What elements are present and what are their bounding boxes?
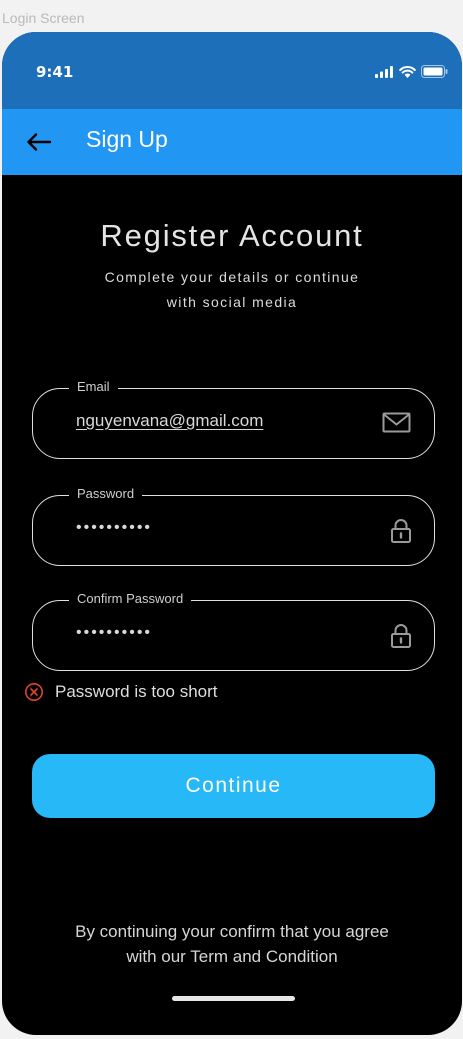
wifi-icon <box>399 65 416 78</box>
confirm-password-label: Confirm Password <box>69 591 192 606</box>
home-indicator <box>172 996 295 1001</box>
phone-screen: 9:41 Sign Up Register Account Complete y… <box>2 32 462 1035</box>
password-field[interactable]: Password •••••••••• <box>32 486 435 566</box>
status-time: 9:41 <box>36 63 74 81</box>
back-button[interactable] <box>26 130 52 154</box>
lock-icon <box>391 624 411 648</box>
frame-label: Login Screen <box>2 10 85 26</box>
battery-icon <box>421 65 448 78</box>
error-circle-icon <box>25 683 43 701</box>
password-input-value[interactable]: •••••••••• <box>76 519 152 537</box>
error-text: Password is too short <box>55 682 218 701</box>
password-label: Password <box>69 486 143 501</box>
confirm-password-input-value[interactable]: •••••••••• <box>76 624 152 642</box>
signal-icon <box>375 65 393 78</box>
subtitle-line-2: with social media <box>166 294 298 310</box>
email-field[interactable]: Email nguyenvana@gmail.com <box>32 379 435 459</box>
page-subtitle: Complete your details or continue with s… <box>62 265 402 315</box>
app-bar-title: Sign Up <box>86 126 168 152</box>
status-bar: 9:41 <box>2 32 462 109</box>
error-message: Password is too short <box>24 682 218 702</box>
confirm-password-field[interactable]: Confirm Password •••••••••• <box>32 591 435 671</box>
mail-icon <box>382 412 411 433</box>
subtitle-line-1: Complete your details or continue <box>104 269 360 285</box>
terms-line-1: By continuing your confirm that you agre… <box>75 922 389 941</box>
arrow-left-icon <box>27 133 52 151</box>
app-bar: Sign Up <box>2 109 462 175</box>
page-title: Register Account <box>100 218 364 253</box>
email-input-value[interactable]: nguyenvana@gmail.com <box>76 411 263 431</box>
lock-icon <box>391 519 411 543</box>
continue-button[interactable]: Continue <box>32 754 435 818</box>
email-label: Email <box>69 379 118 394</box>
terms-line-2[interactable]: with our Term and Condition <box>42 944 422 969</box>
terms-text: By continuing your confirm that you agre… <box>42 919 422 969</box>
status-icons <box>375 65 448 78</box>
